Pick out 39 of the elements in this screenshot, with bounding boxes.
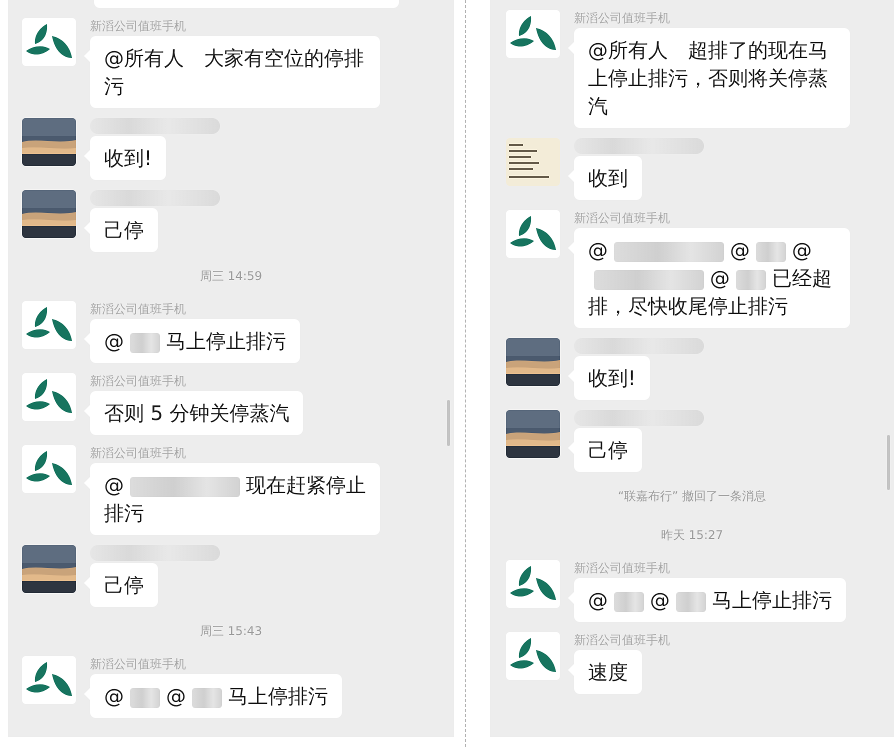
message-bubble: 收到!: [90, 136, 166, 180]
logo-icon: [22, 18, 76, 66]
message-bubble: @ 马上停止排污: [90, 319, 300, 363]
logo-icon: [506, 632, 560, 680]
message-bubble: 己停: [90, 563, 158, 607]
sender-name: 新滔公司值班手机: [574, 560, 670, 576]
message-bubble: @ 现在赶紧停止排污: [90, 463, 380, 535]
logo-icon: [22, 445, 76, 493]
logo-icon: [22, 301, 76, 349]
sender-name: 新滔公司值班手机: [90, 656, 186, 672]
logo-icon: [506, 560, 560, 608]
message-bubble: @ @ 马上停止排污: [574, 578, 846, 622]
message-bubble: @所有人 超排了的现在马上停止排污，否则将关停蒸汽: [574, 28, 850, 128]
logo-icon: [22, 656, 76, 704]
sender-name: 新滔公司值班手机: [90, 373, 186, 389]
timestamp: 昨天 15:27: [660, 527, 724, 544]
sender-name: 新滔公司值班手机: [90, 301, 186, 317]
scrollbar[interactable]: [887, 435, 890, 490]
sender-name: 新滔公司值班手机: [574, 632, 670, 648]
sender-name: 新滔公司值班手机: [90, 18, 186, 34]
logo-icon: [506, 10, 560, 58]
message-bubble: 己停: [90, 208, 158, 252]
sender-name: 新滔公司值班手机: [574, 10, 670, 26]
recall-notice: “联嘉布行” 撤回了一条消息: [618, 488, 766, 505]
message-bubble: 速度: [574, 650, 642, 694]
message-bubble: @ @ 马上停排污: [90, 674, 342, 718]
timestamp: 周三 15:43: [200, 623, 262, 640]
timestamp: 周三 14:59: [200, 268, 262, 285]
message-bubble: 否则 5 分钟关停蒸汽: [90, 391, 304, 435]
sender-name: 新滔公司值班手机: [574, 210, 670, 226]
message-bubble: @所有人 大家有空位的停排污: [90, 36, 380, 108]
logo-icon: [22, 373, 76, 421]
message-bubble: 收到: [574, 156, 642, 200]
message-bubble: @ @ @ @ 已经超排，尽快收尾停止排污: [574, 228, 850, 328]
sender-name: 新滔公司值班手机: [90, 445, 186, 461]
logo-icon: [506, 210, 560, 258]
message-bubble: 己停: [574, 428, 642, 472]
message-bubble: 收到!: [574, 356, 650, 400]
scrollbar[interactable]: [446, 400, 450, 446]
